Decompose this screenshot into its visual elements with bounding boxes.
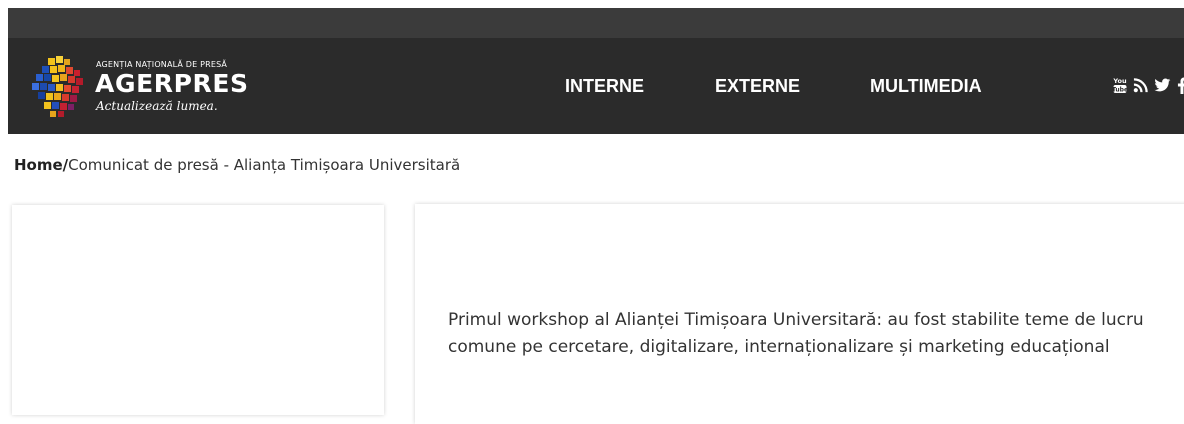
logo-name: AGERPRES bbox=[95, 69, 249, 98]
sidebar-panel bbox=[12, 205, 384, 415]
logo-agency-line: AGENȚIA NAȚIONALĂ DE PRESĂ bbox=[96, 60, 228, 69]
breadcrumb-current: Comunicat de presă - Alianța Timișoara U… bbox=[68, 156, 461, 174]
agerpres-logo[interactable]: AGENȚIA NAȚIONALĂ DE PRESĂ AGERPRES Actu… bbox=[28, 52, 258, 124]
twitter-icon[interactable] bbox=[1154, 77, 1171, 93]
nav-interne[interactable]: INTERNE bbox=[565, 76, 644, 97]
page-top-strip bbox=[0, 0, 1184, 8]
rss-icon[interactable] bbox=[1133, 77, 1148, 93]
social-links: You Tube bbox=[1113, 72, 1184, 98]
article-panel: Primul workshop al Alianței Timișoara Un… bbox=[415, 204, 1184, 424]
main-navbar: AGENȚIA NAȚIONALĂ DE PRESĂ AGERPRES Actu… bbox=[8, 38, 1184, 134]
nav-multimedia[interactable]: MULTIMEDIA bbox=[870, 76, 982, 97]
logo-mosaic-icon bbox=[32, 56, 83, 117]
youtube-icon[interactable]: You Tube bbox=[1113, 76, 1127, 94]
facebook-icon[interactable] bbox=[1177, 76, 1184, 94]
top-bar bbox=[8, 8, 1184, 38]
article-title[interactable]: Primul workshop al Alianței Timișoara Un… bbox=[448, 307, 1148, 361]
svg-text:Tube: Tube bbox=[1113, 87, 1127, 94]
logo-tagline: Actualizează lumea. bbox=[96, 99, 218, 113]
svg-text:You: You bbox=[1113, 77, 1127, 85]
breadcrumb-home-link[interactable]: Home bbox=[14, 156, 63, 174]
breadcrumb: Home/Comunicat de presă - Alianța Timișo… bbox=[14, 156, 460, 174]
nav-externe[interactable]: EXTERNE bbox=[715, 76, 800, 97]
